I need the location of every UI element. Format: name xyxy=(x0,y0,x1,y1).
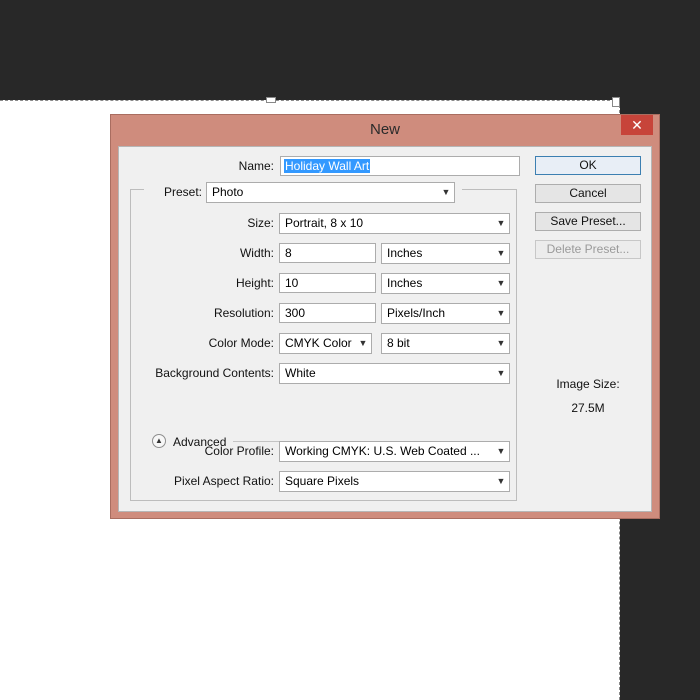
image-size-value: 27.5M xyxy=(571,401,605,415)
canvas-handle-top[interactable] xyxy=(266,97,276,103)
group-top-line-left xyxy=(130,189,144,190)
height-unit-value: Inches xyxy=(387,276,423,290)
name-label: Name: xyxy=(238,159,274,173)
color-mode-select[interactable]: CMYK Color ▼ xyxy=(279,333,372,354)
cancel-button[interactable]: Cancel xyxy=(535,184,641,203)
color-profile-select[interactable]: Working CMYK: U.S. Web Coated ... ▼ xyxy=(279,441,510,462)
ok-button[interactable]: OK xyxy=(535,156,641,175)
chevron-down-icon: ▼ xyxy=(496,218,506,228)
width-unit-value: Inches xyxy=(387,246,423,260)
pixel-aspect-ratio-label: Pixel Aspect Ratio: xyxy=(173,474,274,488)
width-unit-select[interactable]: Inches ▼ xyxy=(381,243,510,264)
color-profile-value: Working CMYK: U.S. Web Coated ... xyxy=(285,444,480,458)
chevron-down-icon: ▼ xyxy=(496,248,506,258)
image-size-label: Image Size: xyxy=(556,377,620,391)
color-mode-label: Color Mode: xyxy=(208,336,274,350)
resolution-input[interactable]: 300 xyxy=(279,303,376,323)
pixel-aspect-ratio-value: Square Pixels xyxy=(285,474,360,488)
background-contents-value: White xyxy=(285,366,316,380)
resolution-unit-select[interactable]: Pixels/Inch ▼ xyxy=(381,303,510,324)
chevron-down-icon: ▼ xyxy=(496,476,506,486)
size-select[interactable]: Portrait, 8 x 10 ▼ xyxy=(279,213,510,234)
color-mode-value: CMYK Color xyxy=(285,336,352,350)
preset-select-value: Photo xyxy=(212,185,244,199)
background-contents-select[interactable]: White ▼ xyxy=(279,363,510,384)
height-unit-select[interactable]: Inches ▼ xyxy=(381,273,510,294)
size-label: Size: xyxy=(247,216,274,230)
name-input[interactable]: Holiday Wall Art xyxy=(280,156,520,176)
chevron-down-icon: ▼ xyxy=(496,446,506,456)
background-contents-label: Background Contents: xyxy=(155,366,274,380)
chevron-down-icon: ▼ xyxy=(358,338,368,348)
dialog-title: New xyxy=(369,121,400,138)
bit-depth-select[interactable]: 8 bit ▼ xyxy=(381,333,510,354)
preset-select[interactable]: Photo ▼ xyxy=(206,182,455,203)
dialog-body: Name: Holiday Wall Art Preset: Photo ▼ S… xyxy=(118,146,652,512)
bit-depth-value: 8 bit xyxy=(387,336,410,350)
size-select-value: Portrait, 8 x 10 xyxy=(285,216,364,230)
resolution-unit-value: Pixels/Inch xyxy=(387,306,446,320)
width-label: Width: xyxy=(239,246,274,260)
delete-preset-button[interactable]: Delete Preset... xyxy=(535,240,641,259)
chevron-down-icon: ▼ xyxy=(496,278,506,288)
new-document-dialog: New ✕ Name: Holiday Wall Art Preset: Pho… xyxy=(110,114,660,519)
close-button[interactable]: ✕ xyxy=(621,115,653,135)
name-input-value: Holiday Wall Art xyxy=(284,159,371,173)
canvas-handle-corner[interactable] xyxy=(612,97,620,107)
resolution-label: Resolution: xyxy=(213,306,274,320)
group-top-line-right xyxy=(462,189,517,190)
preset-label: Preset: xyxy=(163,185,202,199)
chevron-down-icon: ▼ xyxy=(496,368,506,378)
chevron-down-icon: ▼ xyxy=(496,338,506,348)
width-input[interactable]: 8 xyxy=(279,243,376,263)
color-profile-label: Color Profile: xyxy=(204,444,274,458)
close-icon: ✕ xyxy=(631,117,643,133)
pixel-aspect-ratio-select[interactable]: Square Pixels ▼ xyxy=(279,471,510,492)
chevron-down-icon: ▼ xyxy=(441,187,451,197)
height-label: Height: xyxy=(235,276,274,290)
height-input[interactable]: 10 xyxy=(279,273,376,293)
chevron-down-icon: ▼ xyxy=(496,308,506,318)
save-preset-button[interactable]: Save Preset... xyxy=(535,212,641,231)
